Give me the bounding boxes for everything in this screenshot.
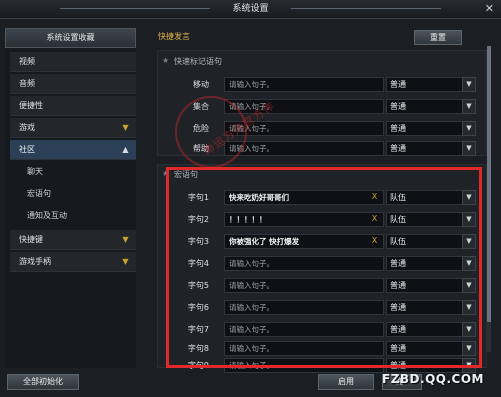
title-ornament-left xyxy=(60,8,210,9)
sidebar-item-label: 便捷性 xyxy=(19,101,43,110)
title-ornament-right xyxy=(291,8,441,9)
row-label: 帮助 xyxy=(193,144,209,153)
chevron-down-icon[interactable]: ▼ xyxy=(462,278,476,293)
chevron-down-icon[interactable]: ▼ xyxy=(462,212,476,227)
sidebar-item-community[interactable]: 社区 ▲ xyxy=(10,140,136,160)
sidebar: 系统设置收藏 视频 音频 便捷性 游戏 ▼ 社区 ▲ 聊天 宏语句 通知及互动 快捷… xyxy=(5,28,136,368)
chevron-up-icon: ▲ xyxy=(122,145,129,154)
row-label: 移动 xyxy=(193,80,209,89)
row-label: 字句8 xyxy=(187,344,209,353)
chevron-down-icon[interactable]: ▼ xyxy=(462,256,476,271)
sidebar-item-label: 社区 xyxy=(19,145,35,154)
row-label: 字句2 xyxy=(187,215,209,224)
chevron-down-icon[interactable]: ▼ xyxy=(462,300,476,315)
clear-icon[interactable]: X xyxy=(370,236,379,245)
sidebar-item-audio[interactable]: 音频 xyxy=(10,74,136,94)
sidebar-item-label: 音频 xyxy=(19,79,35,88)
row-label: 字句4 xyxy=(187,259,209,268)
sidebar-item-convenience[interactable]: 便捷性 xyxy=(10,96,136,116)
sentence-input[interactable]: 请输入句子。 xyxy=(224,278,384,293)
chevron-down-icon[interactable]: ▼ xyxy=(462,99,476,114)
main-content: 快捷发言 重置 ★ 快速标记语句 移动 请输入句子。 普通 ▼ 集合 请输入句子… xyxy=(152,28,491,373)
chevron-down-icon: ▼ xyxy=(122,123,129,132)
row-label: 字句1 xyxy=(187,193,209,202)
sentence-input[interactable]: 快来吃奶好哥哥们 xyxy=(224,190,384,205)
sidebar-subitem-macro[interactable]: 宏语句 xyxy=(10,184,136,204)
sidebar-item-label: 快捷键 xyxy=(19,235,43,244)
sidebar-item-video[interactable]: 视频 xyxy=(10,52,136,72)
row-label: 字句3 xyxy=(187,237,209,246)
site-watermark: FZBD.QQ.COM xyxy=(382,372,484,386)
chevron-down-icon[interactable]: ▼ xyxy=(462,322,476,337)
close-icon[interactable]: ✕ xyxy=(485,2,494,16)
sentence-input[interactable]: 请输入句子。 xyxy=(224,300,384,315)
page-title: 快捷发言 xyxy=(158,32,190,41)
star-icon[interactable]: ★ xyxy=(162,169,169,178)
clear-icon[interactable]: X xyxy=(370,192,379,201)
sentence-input[interactable]: 请输入句子。 xyxy=(224,256,384,271)
scroll-thumb[interactable] xyxy=(487,46,491,322)
sentence-input[interactable]: 请输入句子。 xyxy=(224,358,384,373)
row-label: 危险 xyxy=(193,124,209,133)
title-bar: 系统设置 ✕ xyxy=(0,0,501,19)
reset-button[interactable]: 重置 xyxy=(414,30,462,45)
sidebar-subitem-notifications[interactable]: 通知及互动 xyxy=(10,206,136,226)
clear-icon[interactable]: X xyxy=(370,214,379,223)
sentence-input[interactable]: 请输入句子。 xyxy=(224,77,384,92)
sidebar-subitem-chat[interactable]: 聊天 xyxy=(10,162,136,182)
settings-favorites-button[interactable]: 系统设置收藏 xyxy=(5,28,136,48)
window-title: 系统设置 xyxy=(232,4,269,14)
sidebar-item-label: 游戏 xyxy=(19,123,35,132)
chevron-down-icon[interactable]: ▼ xyxy=(462,121,476,136)
row-label: 字句7 xyxy=(187,325,209,334)
sidebar-item-label: 游戏手柄 xyxy=(19,257,51,266)
sentence-input[interactable]: 你被强化了 快打爆发 xyxy=(224,234,384,249)
macro-panel: ★ 宏语句 字句1 快来吃奶好哥哥们 X 队伍 ▼ 字句2 ！！！！！ X 队伍… xyxy=(157,164,487,373)
section-title: 快速标记语句 xyxy=(174,57,222,66)
sentence-input[interactable]: 请输入句子。 xyxy=(224,99,384,114)
sentence-input[interactable]: ！！！！！ xyxy=(224,212,384,227)
sentence-input[interactable]: 请输入句子。 xyxy=(224,141,384,156)
section-title: 宏语句 xyxy=(174,170,198,179)
row-label: 集合 xyxy=(193,102,209,111)
quick-marker-panel: ★ 快速标记语句 移动 请输入句子。 普通 ▼ 集合 请输入句子。 普通 ▼ 危… xyxy=(157,50,487,156)
sentence-input[interactable]: 请输入句子。 xyxy=(224,121,384,136)
chevron-down-icon[interactable]: ▼ xyxy=(462,234,476,249)
chevron-down-icon[interactable]: ▼ xyxy=(462,190,476,205)
sidebar-item-gamepad[interactable]: 游戏手柄 ▼ xyxy=(10,252,136,272)
sentence-input[interactable]: 请输入句子。 xyxy=(224,341,384,356)
sentence-input[interactable]: 请输入句子。 xyxy=(224,322,384,337)
chevron-down-icon[interactable]: ▼ xyxy=(462,141,476,156)
star-icon[interactable]: ★ xyxy=(162,56,169,65)
sidebar-item-game[interactable]: 游戏 ▼ xyxy=(10,118,136,138)
settings-window: 系统设置 ✕ 系统设置收藏 视频 音频 便捷性 游戏 ▼ 社区 ▲ 聊天 宏语句 通… xyxy=(0,0,501,397)
scrollbar[interactable] xyxy=(487,46,491,352)
chevron-down-icon[interactable]: ▼ xyxy=(462,358,476,373)
row-label: 字句6 xyxy=(187,303,209,312)
row-label: 字句5 xyxy=(187,281,209,290)
chevron-down-icon[interactable]: ▼ xyxy=(462,77,476,92)
row-label: 字句9 xyxy=(187,361,209,370)
sidebar-item-label: 视频 xyxy=(19,57,35,66)
chevron-down-icon[interactable]: ▼ xyxy=(462,341,476,356)
sidebar-item-hotkeys[interactable]: 快捷键 ▼ xyxy=(10,230,136,250)
apply-button[interactable]: 启用 xyxy=(318,374,374,390)
chevron-down-icon: ▼ xyxy=(122,257,129,266)
chevron-down-icon: ▼ xyxy=(122,235,129,244)
reset-all-button[interactable]: 全部初始化 xyxy=(7,374,79,390)
